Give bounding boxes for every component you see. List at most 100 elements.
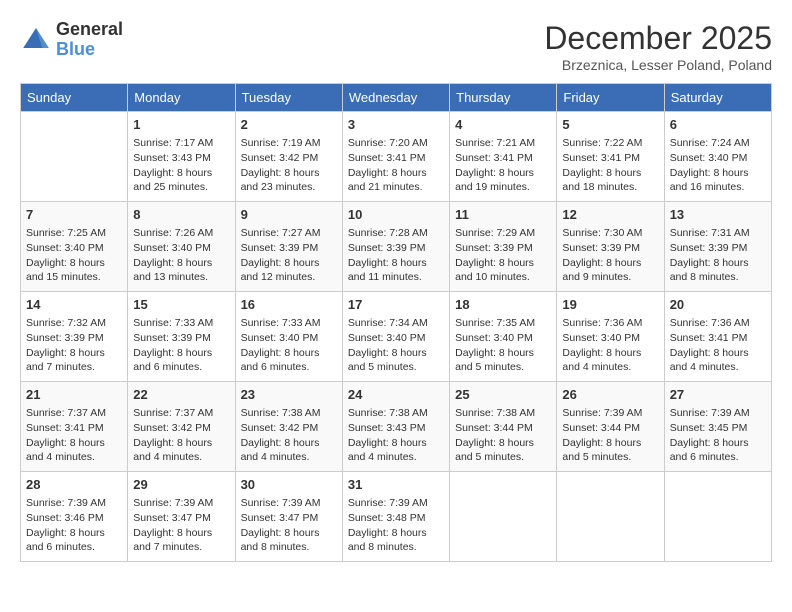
day-info: Sunrise: 7:26 AM Sunset: 3:40 PM Dayligh… xyxy=(133,226,229,285)
day-number: 9 xyxy=(241,206,337,224)
day-number: 31 xyxy=(348,476,444,494)
day-info: Sunrise: 7:32 AM Sunset: 3:39 PM Dayligh… xyxy=(26,316,122,375)
calendar-cell: 14 Sunrise: 7:32 AM Sunset: 3:39 PM Dayli… xyxy=(21,292,128,382)
calendar-week-row: 1 Sunrise: 7:17 AM Sunset: 3:43 PM Daylig… xyxy=(21,112,772,202)
day-info: Sunrise: 7:36 AM Sunset: 3:40 PM Dayligh… xyxy=(562,316,658,375)
day-info: Sunrise: 7:20 AM Sunset: 3:41 PM Dayligh… xyxy=(348,136,444,195)
calendar-cell: 20 Sunrise: 7:36 AM Sunset: 3:41 PM Dayli… xyxy=(664,292,771,382)
day-info: Sunrise: 7:21 AM Sunset: 3:41 PM Dayligh… xyxy=(455,136,551,195)
calendar-cell: 25 Sunrise: 7:38 AM Sunset: 3:44 PM Dayli… xyxy=(450,382,557,472)
calendar-cell: 11 Sunrise: 7:29 AM Sunset: 3:39 PM Dayli… xyxy=(450,202,557,292)
day-number: 4 xyxy=(455,116,551,134)
day-number: 15 xyxy=(133,296,229,314)
day-info: Sunrise: 7:34 AM Sunset: 3:40 PM Dayligh… xyxy=(348,316,444,375)
calendar-cell: 23Sunrise: 7:38 AM Sunset: 3:42 PM Dayli… xyxy=(235,382,342,472)
day-header-monday: Monday xyxy=(128,84,235,112)
logo-text: General Blue xyxy=(56,20,123,60)
day-info: Sunrise: 7:39 AM Sunset: 3:46 PM Dayligh… xyxy=(26,496,122,555)
calendar-cell: 6Sunrise: 7:24 AM Sunset: 3:40 PM Daylig… xyxy=(664,112,771,202)
day-info: Sunrise: 7:38 AM Sunset: 3:43 PM Dayligh… xyxy=(348,406,444,465)
location-subtitle: Brzeznica, Lesser Poland, Poland xyxy=(544,57,772,73)
day-number: 18 xyxy=(455,296,551,314)
day-info: Sunrise: 7:35 AM Sunset: 3:40 PM Dayligh… xyxy=(455,316,551,375)
calendar-week-row: 28 Sunrise: 7:39 AM Sunset: 3:46 PM Dayli… xyxy=(21,472,772,562)
day-info: Sunrise: 7:30 AM Sunset: 3:39 PM Dayligh… xyxy=(562,226,658,285)
day-info: Sunrise: 7:39 AM Sunset: 3:48 PM Dayligh… xyxy=(348,496,444,555)
day-number: 8 xyxy=(133,206,229,224)
day-number: 26 xyxy=(562,386,658,404)
calendar-cell: 26 Sunrise: 7:39 AM Sunset: 3:44 PM Dayli… xyxy=(557,382,664,472)
day-number: 29 xyxy=(133,476,229,494)
calendar-cell: 24Sunrise: 7:38 AM Sunset: 3:43 PM Dayli… xyxy=(342,382,449,472)
calendar-cell: 17 Sunrise: 7:34 AM Sunset: 3:40 PM Dayli… xyxy=(342,292,449,382)
day-header-sunday: Sunday xyxy=(21,84,128,112)
logo-icon xyxy=(20,24,52,56)
calendar-week-row: 14 Sunrise: 7:32 AM Sunset: 3:39 PM Dayli… xyxy=(21,292,772,382)
day-number: 30 xyxy=(241,476,337,494)
calendar-cell xyxy=(557,472,664,562)
day-header-saturday: Saturday xyxy=(664,84,771,112)
day-info: Sunrise: 7:38 AM Sunset: 3:44 PM Dayligh… xyxy=(455,406,551,465)
day-info: Sunrise: 7:39 AM Sunset: 3:45 PM Dayligh… xyxy=(670,406,766,465)
day-number: 28 xyxy=(26,476,122,494)
calendar-cell: 16Sunrise: 7:33 AM Sunset: 3:40 PM Dayli… xyxy=(235,292,342,382)
day-info: Sunrise: 7:39 AM Sunset: 3:47 PM Dayligh… xyxy=(133,496,229,555)
calendar-cell: 3Sunrise: 7:20 AM Sunset: 3:41 PM Daylig… xyxy=(342,112,449,202)
calendar-cell xyxy=(664,472,771,562)
logo: General Blue xyxy=(20,20,123,60)
day-number: 17 xyxy=(348,296,444,314)
day-number: 10 xyxy=(348,206,444,224)
day-number: 20 xyxy=(670,296,766,314)
calendar-cell: 30Sunrise: 7:39 AM Sunset: 3:47 PM Dayli… xyxy=(235,472,342,562)
calendar-cell: 13 Sunrise: 7:31 AM Sunset: 3:39 PM Dayli… xyxy=(664,202,771,292)
calendar-cell: 4 Sunrise: 7:21 AM Sunset: 3:41 PM Daylig… xyxy=(450,112,557,202)
calendar-cell: 18 Sunrise: 7:35 AM Sunset: 3:40 PM Dayli… xyxy=(450,292,557,382)
day-info: Sunrise: 7:31 AM Sunset: 3:39 PM Dayligh… xyxy=(670,226,766,285)
day-info: Sunrise: 7:29 AM Sunset: 3:39 PM Dayligh… xyxy=(455,226,551,285)
day-info: Sunrise: 7:36 AM Sunset: 3:41 PM Dayligh… xyxy=(670,316,766,375)
day-number: 19 xyxy=(562,296,658,314)
calendar-cell: 27 Sunrise: 7:39 AM Sunset: 3:45 PM Dayli… xyxy=(664,382,771,472)
calendar-cell: 12Sunrise: 7:30 AM Sunset: 3:39 PM Dayli… xyxy=(557,202,664,292)
calendar-cell: 31 Sunrise: 7:39 AM Sunset: 3:48 PM Dayli… xyxy=(342,472,449,562)
calendar-cell: 15 Sunrise: 7:33 AM Sunset: 3:39 PM Dayli… xyxy=(128,292,235,382)
day-number: 13 xyxy=(670,206,766,224)
day-number: 22 xyxy=(133,386,229,404)
day-header-tuesday: Tuesday xyxy=(235,84,342,112)
day-number: 11 xyxy=(455,206,551,224)
page-header: General Blue December 2025 Brzeznica, Le… xyxy=(20,20,772,73)
month-title: December 2025 xyxy=(544,20,772,57)
day-info: Sunrise: 7:19 AM Sunset: 3:42 PM Dayligh… xyxy=(241,136,337,195)
calendar-cell: 5 Sunrise: 7:22 AM Sunset: 3:41 PM Daylig… xyxy=(557,112,664,202)
calendar-cell: 29 Sunrise: 7:39 AM Sunset: 3:47 PM Dayli… xyxy=(128,472,235,562)
day-number: 5 xyxy=(562,116,658,134)
day-number: 6 xyxy=(670,116,766,134)
calendar-cell: 1 Sunrise: 7:17 AM Sunset: 3:43 PM Daylig… xyxy=(128,112,235,202)
day-info: Sunrise: 7:37 AM Sunset: 3:41 PM Dayligh… xyxy=(26,406,122,465)
day-number: 27 xyxy=(670,386,766,404)
calendar-header-row: SundayMondayTuesdayWednesdayThursdayFrid… xyxy=(21,84,772,112)
day-info: Sunrise: 7:27 AM Sunset: 3:39 PM Dayligh… xyxy=(241,226,337,285)
day-number: 1 xyxy=(133,116,229,134)
day-info: Sunrise: 7:33 AM Sunset: 3:39 PM Dayligh… xyxy=(133,316,229,375)
calendar-table: SundayMondayTuesdayWednesdayThursdayFrid… xyxy=(20,83,772,562)
day-info: Sunrise: 7:33 AM Sunset: 3:40 PM Dayligh… xyxy=(241,316,337,375)
day-info: Sunrise: 7:39 AM Sunset: 3:44 PM Dayligh… xyxy=(562,406,658,465)
day-header-friday: Friday xyxy=(557,84,664,112)
calendar-cell: 21Sunrise: 7:37 AM Sunset: 3:41 PM Dayli… xyxy=(21,382,128,472)
calendar-cell: 19 Sunrise: 7:36 AM Sunset: 3:40 PM Dayli… xyxy=(557,292,664,382)
calendar-week-row: 21Sunrise: 7:37 AM Sunset: 3:41 PM Dayli… xyxy=(21,382,772,472)
day-number: 7 xyxy=(26,206,122,224)
day-info: Sunrise: 7:22 AM Sunset: 3:41 PM Dayligh… xyxy=(562,136,658,195)
day-number: 25 xyxy=(455,386,551,404)
day-info: Sunrise: 7:25 AM Sunset: 3:40 PM Dayligh… xyxy=(26,226,122,285)
calendar-cell: 22Sunrise: 7:37 AM Sunset: 3:42 PM Dayli… xyxy=(128,382,235,472)
calendar-cell: 8 Sunrise: 7:26 AM Sunset: 3:40 PM Daylig… xyxy=(128,202,235,292)
calendar-cell: 28 Sunrise: 7:39 AM Sunset: 3:46 PM Dayli… xyxy=(21,472,128,562)
calendar-cell: 10Sunrise: 7:28 AM Sunset: 3:39 PM Dayli… xyxy=(342,202,449,292)
day-number: 14 xyxy=(26,296,122,314)
calendar-cell: 9 Sunrise: 7:27 AM Sunset: 3:39 PM Daylig… xyxy=(235,202,342,292)
calendar-cell xyxy=(21,112,128,202)
day-number: 23 xyxy=(241,386,337,404)
day-info: Sunrise: 7:17 AM Sunset: 3:43 PM Dayligh… xyxy=(133,136,229,195)
